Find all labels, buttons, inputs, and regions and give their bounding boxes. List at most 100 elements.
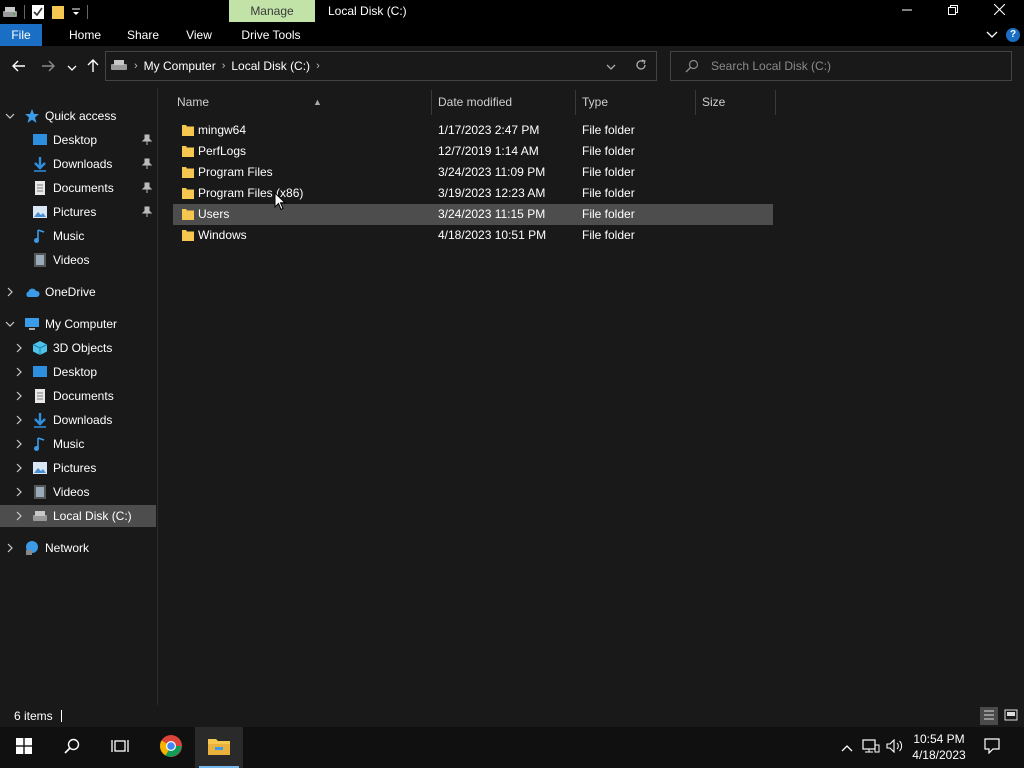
chevron-up-icon bbox=[841, 741, 853, 755]
recent-locations-button[interactable] bbox=[63, 58, 81, 76]
file-name: mingw64 bbox=[198, 123, 247, 137]
column-header-name[interactable]: Name ▲ bbox=[171, 90, 432, 115]
tab-manage[interactable]: Manage bbox=[229, 0, 315, 22]
tab-file[interactable]: File bbox=[0, 24, 42, 46]
tab-home[interactable]: Home bbox=[58, 24, 112, 46]
table-row[interactable]: mingw64 1/17/2023 2:47 PM File folder bbox=[173, 120, 773, 141]
table-row[interactable]: Program Files 3/24/2023 11:09 PM File fo… bbox=[173, 162, 773, 183]
expanded-chevron-icon[interactable] bbox=[4, 313, 16, 335]
search-input[interactable] bbox=[711, 58, 1001, 74]
collapsed-chevron-icon[interactable] bbox=[4, 537, 16, 559]
close-button[interactable] bbox=[976, 0, 1022, 22]
collapsed-chevron-icon[interactable] bbox=[13, 361, 25, 383]
drive-icon[interactable] bbox=[2, 5, 18, 19]
file-explorer-taskbar-button[interactable] bbox=[195, 727, 243, 768]
breadcrumb-chevron-icon[interactable]: › bbox=[222, 60, 226, 72]
nav-music[interactable]: Music bbox=[0, 433, 156, 455]
search-button[interactable] bbox=[48, 727, 96, 768]
details-view-button[interactable] bbox=[980, 707, 998, 725]
nav-my-computer[interactable]: My Computer bbox=[0, 313, 156, 335]
address-history-button[interactable] bbox=[596, 52, 626, 80]
collapsed-chevron-icon[interactable] bbox=[13, 385, 25, 407]
computer-icon bbox=[24, 316, 40, 332]
collapsed-chevron-icon[interactable] bbox=[13, 457, 25, 479]
collapsed-chevron-icon[interactable] bbox=[13, 505, 25, 527]
action-center-button[interactable] bbox=[980, 727, 1004, 768]
nav-desktop[interactable]: Desktop bbox=[0, 361, 156, 383]
pin-icon[interactable] bbox=[141, 182, 153, 197]
tab-share[interactable]: Share bbox=[118, 24, 168, 46]
expand-ribbon-icon[interactable] bbox=[986, 28, 998, 42]
properties-icon[interactable] bbox=[31, 4, 45, 20]
nav-downloads[interactable]: Downloads bbox=[0, 409, 156, 431]
nav-label: Pictures bbox=[53, 205, 97, 219]
breadcrumb-chevron-icon[interactable]: › bbox=[316, 60, 320, 72]
nav-onedrive[interactable]: OneDrive bbox=[0, 281, 156, 303]
breadcrumb-chevron-icon[interactable]: › bbox=[134, 60, 138, 72]
column-header-size[interactable]: Size bbox=[696, 90, 776, 115]
chrome-taskbar-button[interactable] bbox=[147, 727, 195, 768]
expanded-chevron-icon[interactable] bbox=[4, 105, 16, 127]
column-header-date-modified[interactable]: Date modified bbox=[432, 90, 576, 115]
nav-qa-videos[interactable]: Videos bbox=[0, 249, 156, 271]
customize-qat-dropdown-icon[interactable] bbox=[71, 6, 81, 18]
table-row[interactable]: Program Files (x86) 3/19/2023 12:23 AM F… bbox=[173, 183, 773, 204]
nav-label: Music bbox=[53, 229, 85, 243]
nav-network[interactable]: Network bbox=[0, 537, 156, 559]
nav-label: Documents bbox=[53, 389, 114, 403]
breadcrumb-my-computer[interactable]: My Computer bbox=[144, 59, 216, 73]
nav-qa-documents[interactable]: Documents bbox=[0, 177, 156, 199]
new-folder-icon[interactable] bbox=[51, 4, 65, 20]
pin-icon[interactable] bbox=[141, 158, 153, 173]
nav-pictures[interactable]: Pictures bbox=[0, 457, 156, 479]
table-row[interactable]: PerfLogs 12/7/2019 1:14 AM File folder bbox=[173, 141, 773, 162]
nav-3d-objects[interactable]: 3D Objects bbox=[0, 337, 156, 359]
show-hidden-icons-button[interactable] bbox=[838, 727, 856, 768]
nav-label: Local Disk (C:) bbox=[53, 509, 132, 523]
breadcrumb-local-disk[interactable]: Local Disk (C:) bbox=[231, 59, 310, 73]
back-button[interactable] bbox=[10, 58, 28, 76]
tab-drive-tools[interactable]: Drive Tools bbox=[233, 24, 309, 46]
restore-button[interactable] bbox=[930, 0, 976, 22]
forward-arrow-icon bbox=[41, 60, 55, 75]
address-bar[interactable]: › My Computer › Local Disk (C:) › bbox=[105, 51, 657, 81]
nav-label: OneDrive bbox=[45, 285, 96, 299]
nav-quick-access[interactable]: Quick access bbox=[0, 105, 156, 127]
column-header-type[interactable]: Type bbox=[576, 90, 696, 115]
forward-button[interactable] bbox=[39, 58, 57, 76]
collapsed-chevron-icon[interactable] bbox=[4, 281, 16, 303]
table-row[interactable]: Users 3/24/2023 11:15 PM File folder bbox=[173, 204, 773, 225]
refresh-button[interactable] bbox=[626, 52, 656, 80]
search-box[interactable] bbox=[670, 51, 1012, 81]
collapsed-chevron-icon[interactable] bbox=[13, 433, 25, 455]
nav-qa-pictures[interactable]: Pictures bbox=[0, 201, 156, 223]
collapsed-chevron-icon[interactable] bbox=[13, 337, 25, 359]
volume-button[interactable] bbox=[884, 727, 906, 768]
tab-view[interactable]: View bbox=[176, 24, 222, 46]
collapsed-chevron-icon[interactable] bbox=[13, 481, 25, 503]
nav-videos[interactable]: Videos bbox=[0, 481, 156, 503]
table-row[interactable]: Windows 4/18/2023 10:51 PM File folder bbox=[173, 225, 773, 246]
nav-label: Desktop bbox=[53, 365, 98, 379]
pin-icon[interactable] bbox=[141, 134, 153, 149]
nav-label: Downloads bbox=[53, 157, 113, 171]
up-button[interactable] bbox=[84, 58, 102, 76]
nav-qa-desktop[interactable]: Desktop bbox=[0, 129, 156, 151]
large-icons-view-button[interactable] bbox=[1002, 707, 1020, 725]
nav-qa-downloads[interactable]: Downloads bbox=[0, 153, 156, 175]
collapsed-chevron-icon[interactable] bbox=[13, 409, 25, 431]
task-view-button[interactable] bbox=[96, 727, 144, 768]
start-button[interactable] bbox=[0, 727, 48, 768]
minimize-button[interactable] bbox=[884, 0, 930, 22]
help-icon[interactable]: ? bbox=[1006, 28, 1020, 42]
taskbar-clock[interactable]: 10:54 PM 4/18/2023 bbox=[905, 731, 973, 763]
nav-local-disk-c[interactable]: Local Disk (C:) bbox=[0, 505, 156, 527]
nav-qa-music[interactable]: Music bbox=[0, 225, 156, 247]
pin-icon[interactable] bbox=[141, 206, 153, 221]
video-icon bbox=[32, 484, 48, 500]
nav-documents[interactable]: Documents bbox=[0, 385, 156, 407]
network-status-button[interactable] bbox=[860, 727, 882, 768]
file-type: File folder bbox=[582, 207, 635, 221]
quick-access-toolbar bbox=[0, 3, 88, 21]
clock-time: 10:54 PM bbox=[913, 732, 965, 746]
